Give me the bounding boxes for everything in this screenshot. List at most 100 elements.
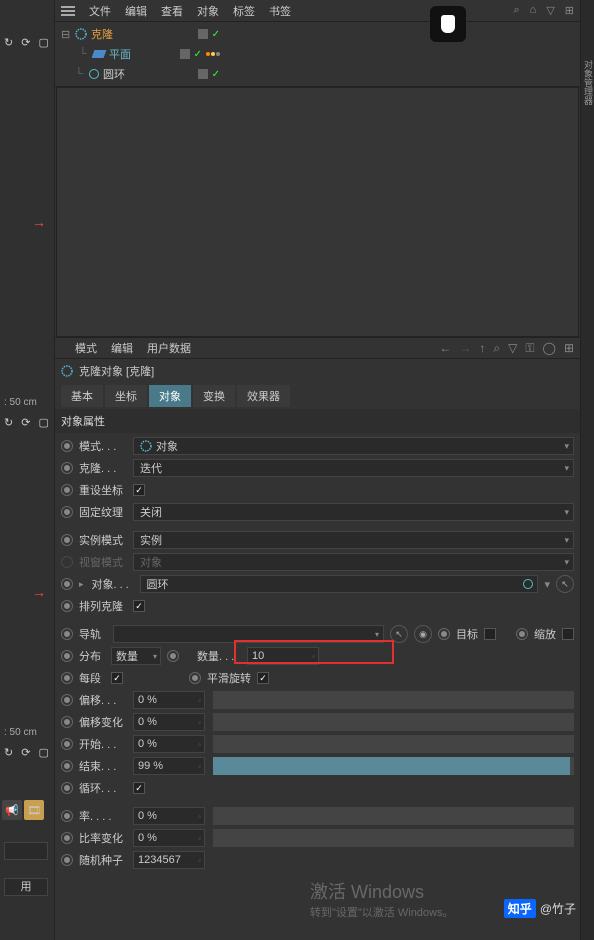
menu-edit[interactable]: 编辑	[125, 3, 147, 19]
tool-cycle-icon-2[interactable]: ⟳	[21, 416, 30, 429]
menu-object[interactable]: 对象	[197, 3, 219, 19]
enable-check-icon[interactable]: ✓	[212, 29, 220, 40]
picker-icon[interactable]: ↖	[556, 575, 574, 593]
tool-rect-icon-2[interactable]: ▢	[38, 416, 48, 429]
prop-loop-checkbox[interactable]	[133, 782, 145, 794]
anim-dot[interactable]	[61, 534, 73, 546]
tab-transform[interactable]: 变换	[193, 385, 235, 407]
layer-tag-icon[interactable]	[198, 29, 208, 39]
anim-dot[interactable]	[438, 628, 450, 640]
tab-coord[interactable]: 坐标	[105, 385, 147, 407]
tool-rotate-icon-3[interactable]: ↻	[4, 746, 13, 759]
expander-icon[interactable]: ⊟	[61, 28, 71, 41]
anim-dot[interactable]	[61, 628, 73, 640]
anim-dot[interactable]	[516, 628, 528, 640]
nav-back-icon[interactable]: ←	[439, 341, 451, 356]
menu-file[interactable]: 文件	[89, 3, 111, 19]
anim-dot[interactable]	[61, 832, 73, 844]
prop-end-slider[interactable]	[213, 757, 574, 775]
menu-view[interactable]: 查看	[161, 3, 183, 19]
anim-dot[interactable]	[61, 506, 73, 518]
layer-tag-icon[interactable]	[180, 49, 190, 59]
left-numeric-field[interactable]	[4, 842, 48, 860]
prop-target-checkbox[interactable]	[484, 628, 496, 640]
tool-rect-icon-3[interactable]: ▢	[38, 746, 48, 759]
filter-icon[interactable]: ▽	[546, 4, 554, 17]
prop-ratevar-slider[interactable]	[213, 829, 574, 847]
anim-dot[interactable]	[167, 650, 179, 662]
enable-check-icon[interactable]: ✓	[212, 69, 220, 80]
prop-randomseed-field[interactable]: 1234567	[133, 851, 205, 869]
nav-forward-icon[interactable]: →	[459, 341, 471, 356]
nav-up-icon[interactable]: ↑	[479, 341, 485, 356]
tab-basic[interactable]: 基本	[61, 385, 103, 407]
anim-dot[interactable]	[61, 484, 73, 496]
prop-scale-checkbox[interactable]	[562, 628, 574, 640]
anim-dot[interactable]	[61, 760, 73, 772]
add-icon[interactable]: ⊞	[565, 4, 574, 17]
sound-icon[interactable]: 📢	[2, 800, 22, 820]
tool-rotate-icon[interactable]: ↻	[4, 36, 13, 49]
prop-offset-field[interactable]: 0 %	[133, 691, 205, 709]
prop-rate-field[interactable]: 0 %	[133, 807, 205, 825]
tree-row-clone[interactable]: ⊟ 克隆 ✓	[55, 24, 580, 44]
enable-check-icon[interactable]: ✓	[194, 49, 202, 60]
tab-effectors[interactable]: 效果器	[237, 385, 290, 407]
tool-rotate-icon-2[interactable]: ↻	[4, 416, 13, 429]
target-circle-icon[interactable]: ◉	[414, 625, 432, 643]
menu-bookmarks[interactable]: 书签	[269, 3, 291, 19]
anim-dot[interactable]	[189, 672, 201, 684]
anim-dot[interactable]	[61, 716, 73, 728]
tool-cycle-icon[interactable]: ⟳	[21, 36, 30, 49]
prop-ratevar-field[interactable]: 0 %	[133, 829, 205, 847]
prop-mode-dropdown[interactable]: 对象	[133, 437, 574, 455]
anim-dot[interactable]	[61, 650, 73, 662]
tree-row-circle[interactable]: └ 圆环 ✓	[55, 64, 580, 84]
filter-icon[interactable]: ▽	[508, 341, 517, 356]
tab-object[interactable]: 对象	[149, 385, 191, 407]
picker-icon[interactable]: ↖	[390, 625, 408, 643]
prop-distribution-dropdown[interactable]: 数量	[111, 647, 161, 665]
layer-tag-icon[interactable]	[198, 69, 208, 79]
vertical-tab-label[interactable]: 对象管理器	[582, 60, 594, 105]
film-icon[interactable]: 🎞	[24, 800, 44, 820]
prop-start-slider[interactable]	[213, 735, 574, 753]
lock-icon[interactable]: ⚿	[525, 341, 534, 356]
tool-rect-icon[interactable]: ▢	[38, 36, 48, 49]
anim-dot[interactable]	[61, 854, 73, 866]
prop-end-field[interactable]: 99 %	[133, 757, 205, 775]
prop-instancemode-dropdown[interactable]: 实例	[133, 531, 574, 549]
prop-smoothrotation-checkbox[interactable]	[257, 672, 269, 684]
menu-userdata[interactable]: 用户数据	[147, 340, 191, 356]
expand-icon[interactable]: ▸	[79, 579, 84, 590]
search-icon[interactable]: ⌕	[513, 4, 519, 17]
prop-object-linkfield[interactable]: 圆环	[140, 575, 539, 593]
prop-persegment-checkbox[interactable]	[111, 672, 123, 684]
new-window-icon[interactable]: ⊞	[564, 341, 574, 356]
prop-clone-dropdown[interactable]: 迭代	[133, 459, 574, 477]
menu-tags[interactable]: 标签	[233, 3, 255, 19]
chevron-down-icon[interactable]: ▾	[544, 578, 550, 591]
tool-cycle-icon-3[interactable]: ⟳	[21, 746, 30, 759]
anim-dot[interactable]	[61, 694, 73, 706]
prop-fixtexture-dropdown[interactable]: 关闭	[133, 503, 574, 521]
anim-dot[interactable]	[61, 672, 73, 684]
tag-dynamics-icon[interactable]	[206, 52, 220, 56]
anim-dot[interactable]	[61, 440, 73, 452]
prop-rail-linkfield[interactable]: ▾	[113, 625, 384, 643]
anim-dot[interactable]	[61, 600, 73, 612]
anim-dot[interactable]	[61, 810, 73, 822]
hamburger-icon[interactable]	[61, 6, 75, 16]
prop-start-field[interactable]: 0 %	[133, 735, 205, 753]
anim-dot[interactable]	[61, 738, 73, 750]
prop-count-field[interactable]: 10	[247, 647, 319, 665]
prop-offsetvar-field[interactable]: 0 %	[133, 713, 205, 731]
anim-dot[interactable]	[61, 782, 73, 794]
prop-resetcoord-checkbox[interactable]	[133, 484, 145, 496]
tree-row-plane[interactable]: └ 平面 ✓	[55, 44, 580, 64]
search-icon[interactable]: ⌕	[493, 341, 500, 356]
home-icon[interactable]: ⌂	[530, 4, 537, 17]
menu-mode[interactable]: 模式	[75, 340, 97, 356]
hierarchy-empty-area[interactable]	[56, 87, 579, 337]
prop-rate-slider[interactable]	[213, 807, 574, 825]
